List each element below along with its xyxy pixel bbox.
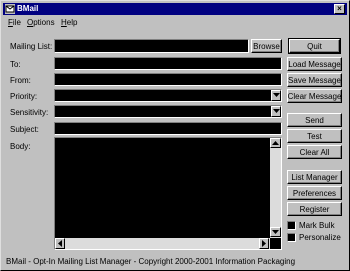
- menu-options[interactable]: Options: [27, 18, 55, 27]
- main-window: BMail × File Options Help Mailing List: …: [0, 0, 350, 271]
- menu-file[interactable]: File: [8, 18, 21, 27]
- from-input[interactable]: [54, 73, 282, 86]
- menu-file-rest: ile: [12, 18, 21, 27]
- menu-options-rest: ptions: [33, 18, 55, 27]
- body-textarea[interactable]: [54, 137, 282, 250]
- scroll-up-icon[interactable]: [270, 138, 281, 148]
- mark-bulk-label: Mark Bulk: [299, 221, 335, 230]
- window-title: BMail: [17, 4, 39, 13]
- register-button[interactable]: Register: [287, 202, 342, 216]
- test-button[interactable]: Test: [287, 129, 342, 143]
- from-label: From:: [10, 76, 31, 85]
- browse-button[interactable]: Browse: [251, 39, 282, 53]
- close-icon[interactable]: ×: [334, 4, 345, 14]
- priority-label: Priority:: [10, 92, 38, 101]
- scroll-left-icon[interactable]: [55, 238, 65, 249]
- sensitivity-select[interactable]: [54, 105, 282, 118]
- to-input[interactable]: [54, 57, 282, 70]
- title-bar[interactable]: BMail ×: [3, 3, 347, 15]
- menu-help[interactable]: Help: [61, 18, 77, 27]
- to-label: To:: [10, 60, 21, 69]
- scroll-right-icon[interactable]: [259, 238, 269, 249]
- vertical-scrollbar[interactable]: [270, 138, 281, 238]
- clear-message-button[interactable]: Clear Message: [287, 89, 342, 103]
- sensitivity-label: Sensitivity:: [10, 108, 49, 117]
- clear-all-button[interactable]: Clear All: [287, 145, 342, 159]
- preferences-button[interactable]: Preferences: [287, 186, 342, 200]
- body-label: Body:: [10, 142, 31, 151]
- send-button[interactable]: Send: [287, 113, 342, 127]
- priority-select[interactable]: [54, 89, 282, 102]
- horizontal-scrollbar[interactable]: [55, 238, 270, 249]
- dropdown-arrow-icon[interactable]: [271, 90, 281, 101]
- mark-bulk-checkbox[interactable]: [287, 221, 296, 230]
- status-bar-text: BMail - Opt-In Mailing List Manager - Co…: [6, 257, 296, 266]
- list-manager-button[interactable]: List Manager: [287, 170, 342, 184]
- dropdown-arrow-icon[interactable]: [271, 106, 281, 117]
- personalize-checkbox[interactable]: [287, 233, 296, 242]
- menu-bar: File Options Help: [3, 16, 347, 29]
- mailing-list-input[interactable]: [54, 39, 249, 53]
- save-message-button[interactable]: Save Message: [287, 73, 342, 87]
- subject-input[interactable]: [54, 122, 282, 135]
- app-icon: [5, 4, 15, 14]
- menu-help-rest: elp: [66, 18, 78, 27]
- mailing-list-label: Mailing List:: [10, 42, 53, 51]
- quit-button[interactable]: Quit: [288, 38, 341, 54]
- personalize-label: Personalize: [299, 233, 341, 242]
- subject-label: Subject:: [10, 125, 39, 134]
- load-message-button[interactable]: Load Message: [287, 57, 342, 71]
- scroll-down-icon[interactable]: [270, 227, 281, 237]
